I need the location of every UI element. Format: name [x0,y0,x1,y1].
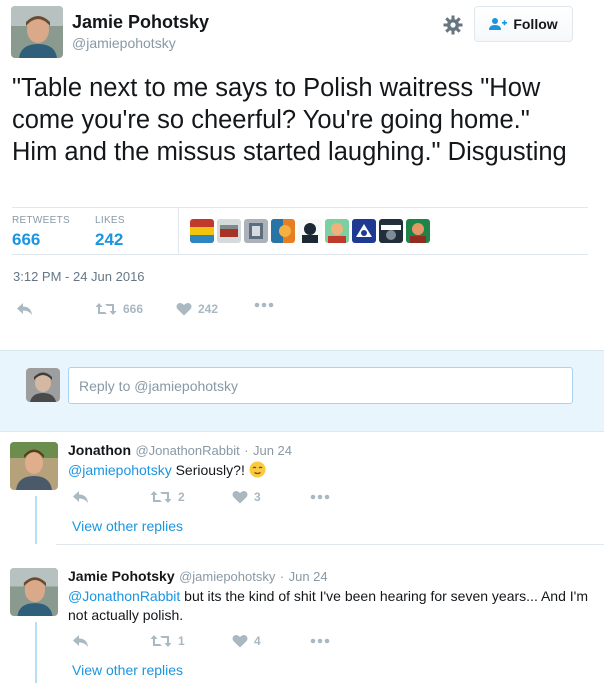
more-icon [310,638,330,644]
reply-button[interactable] [16,302,34,316]
retweet-button[interactable]: 666 [95,302,143,316]
liker-avatar[interactable] [244,219,268,243]
retweets-label: RETWEETS [12,215,70,226]
retweet-count: 1 [178,634,185,648]
liker-avatar[interactable] [190,219,214,243]
likes-value: 242 [95,230,124,249]
like-count: 4 [254,634,261,648]
reply-dot: · [279,569,285,584]
heart-icon [232,635,248,648]
reply-author-name[interactable]: Jonathon [68,442,131,458]
like-count: 3 [254,490,261,504]
reply-author-handle[interactable]: @jamiepohotsky [179,569,275,584]
view-other-replies-link[interactable]: View other replies [72,518,183,534]
reply-header: Jonathon @JonathonRabbit · Jun 24 [68,442,292,460]
thread-line [35,496,37,544]
reply-icon [17,303,32,315]
author-handle[interactable]: @jamiepohotsky [72,35,176,51]
retweet-count: 2 [178,490,185,504]
like-button[interactable]: 4 [232,634,261,648]
liker-avatar[interactable] [379,219,403,243]
liker-avatar[interactable] [406,219,430,243]
reply-text: @jamiepohotsky Seriously?! [68,461,588,480]
reply-composer: Reply to @jamiepohotsky [0,350,604,432]
reply-button[interactable] [72,634,90,648]
reply-icon [73,635,88,647]
reply-mention[interactable]: @JonathonRabbit [68,588,180,604]
like-count: 242 [198,302,219,316]
reply-dot: · [244,443,249,458]
author-name[interactable]: Jamie Pohotsky [72,12,209,33]
author-avatar[interactable] [11,6,63,58]
liker-avatar[interactable] [271,219,295,243]
add-user-icon [489,18,508,30]
retweets-value: 666 [12,230,41,249]
reply-input[interactable]: Reply to @jamiepohotsky [68,367,573,404]
likes-stat[interactable]: LIKES 242 [95,215,125,250]
heart-icon [232,491,248,504]
stats-divider [178,208,179,254]
more-button[interactable] [310,494,330,500]
retweet-count: 666 [123,302,144,316]
reply-date[interactable]: Jun 24 [289,569,328,584]
reply-author-avatar[interactable] [10,442,58,490]
like-button[interactable]: 242 [176,302,218,316]
reply-tweet: Jamie Pohotsky @jamiepohotsky · Jun 24 @… [0,558,604,683]
more-icon [254,302,274,308]
retweet-button[interactable]: 2 [150,490,185,504]
retweet-icon [95,303,117,315]
tweet-text: "Table next to me says to Polish waitres… [12,74,567,166]
tweet-timestamp[interactable]: 3:12 PM - 24 Jun 2016 [13,269,145,284]
reply-text: @JonathonRabbit but its the kind of shit… [68,587,588,625]
reply-mention[interactable]: @jamiepohotsky [68,462,172,478]
relieved-face-icon [249,461,266,478]
reply-icon [73,491,88,503]
liker-avatars [190,219,430,243]
more-button[interactable] [310,638,330,644]
reply-author-avatar[interactable] [10,568,58,616]
gear-icon[interactable] [442,14,464,36]
like-button[interactable]: 3 [232,490,261,504]
reply-separator [56,544,604,545]
heart-icon [176,303,192,316]
user-avatar [26,368,60,402]
more-button[interactable] [254,302,274,308]
likes-label: LIKES [95,215,125,226]
view-other-replies-link[interactable]: View other replies [72,662,183,678]
thread-line [35,622,37,683]
liker-avatar[interactable] [298,219,322,243]
follow-button[interactable]: Follow [474,6,573,42]
more-icon [310,494,330,500]
liker-avatar[interactable] [217,219,241,243]
reply-text-body: Seriously?! [171,462,249,478]
follow-label: Follow [513,16,558,32]
reply-header: Jamie Pohotsky @jamiepohotsky · Jun 24 [68,568,328,586]
tweet-stats: RETWEETS 666 LIKES 242 [12,207,588,255]
retweets-stat[interactable]: RETWEETS 666 [12,215,70,250]
reply-date[interactable]: Jun 24 [253,443,292,458]
retweet-button[interactable]: 1 [150,634,185,648]
reply-button[interactable] [72,490,90,504]
reply-author-name[interactable]: Jamie Pohotsky [68,568,175,584]
liker-avatar[interactable] [325,219,349,243]
retweet-icon [150,635,172,647]
liker-avatar[interactable] [352,219,376,243]
reply-author-handle[interactable]: @JonathonRabbit [135,443,239,458]
retweet-icon [150,491,172,503]
reply-tweet: Jonathon @JonathonRabbit · Jun 24 @jamie… [0,432,604,544]
